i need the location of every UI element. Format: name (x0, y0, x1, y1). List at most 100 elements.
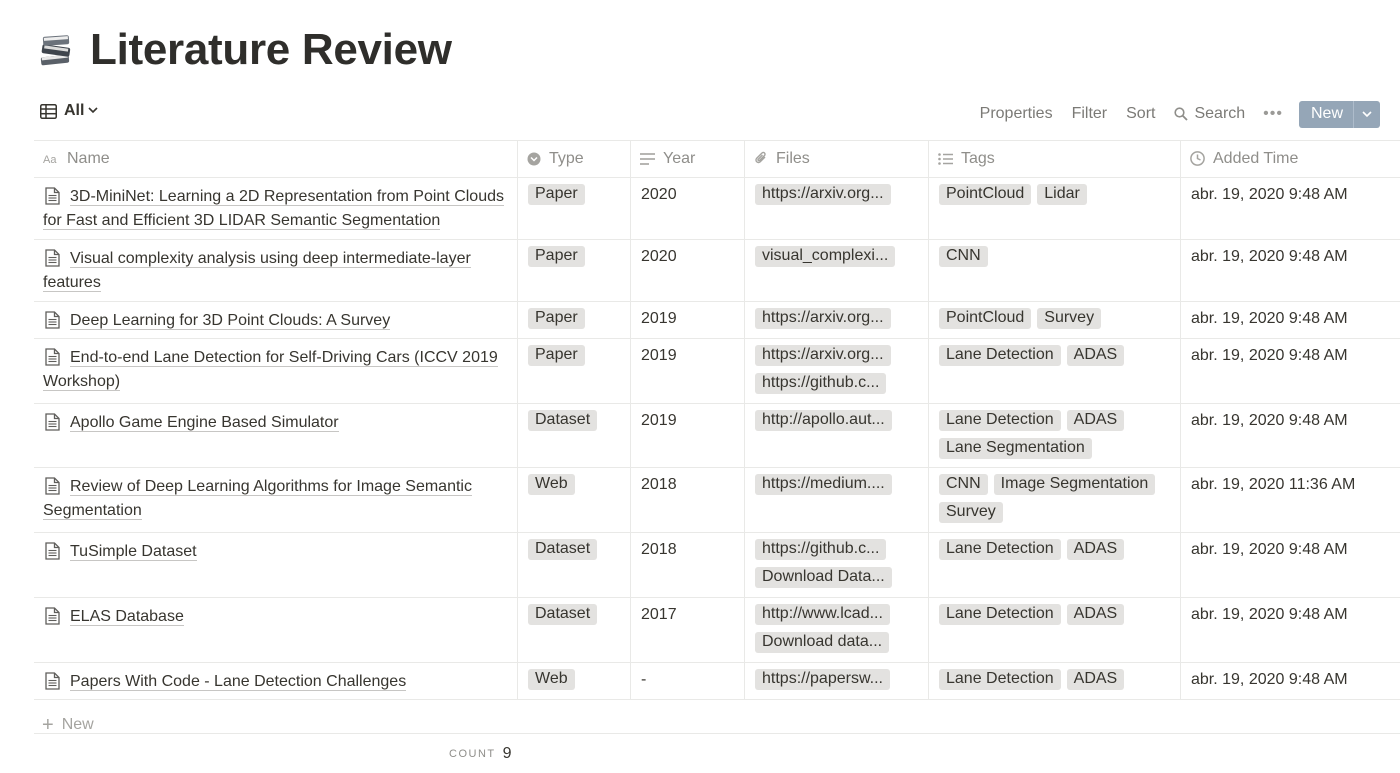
column-header-tags[interactable]: Tags (929, 140, 1181, 177)
tags-cell[interactable]: CNN (929, 239, 1181, 301)
search-button[interactable]: Search (1174, 105, 1245, 123)
file-pill[interactable]: https://github.c... (755, 539, 887, 560)
books-icon[interactable] (38, 32, 74, 68)
name-cell[interactable]: TuSimple Dataset (34, 532, 518, 597)
year-cell[interactable]: 2019 (631, 338, 745, 403)
row-title-link[interactable]: 3D-MiniNet: Learning a 2D Representation… (43, 188, 504, 230)
row-title-link[interactable]: Papers With Code - Lane Detection Challe… (70, 673, 407, 691)
type-cell[interactable]: Web (518, 662, 631, 699)
tags-cell[interactable]: Lane Detection ADAS (929, 662, 1181, 699)
column-header-type[interactable]: Type (518, 140, 631, 177)
table-row[interactable]: ELAS Database Dataset 2017 http://www.lcad.… (34, 597, 1400, 662)
name-cell[interactable]: Review of Deep Learning Algorithms for I… (34, 467, 518, 532)
name-cell[interactable]: End-to-end Lane Detection for Self-Drivi… (34, 338, 518, 403)
tags-cell[interactable]: Lane Detection ADAS (929, 338, 1181, 403)
file-pill[interactable]: https://arxiv.org... (755, 345, 891, 366)
added-time-cell[interactable]: abr. 19, 2020 9:48 AM (1181, 177, 1400, 239)
tags-cell[interactable]: PointCloud Survey (929, 301, 1181, 338)
row-title-link[interactable]: Apollo Game Engine Based Simulator (70, 414, 339, 432)
column-header-name[interactable]: Aa Name (34, 140, 518, 177)
year-cell[interactable]: 2019 (631, 403, 745, 467)
type-cell[interactable]: Paper (518, 239, 631, 301)
tags-cell[interactable]: Lane Detection ADAS (929, 532, 1181, 597)
type-cell[interactable]: Web (518, 467, 631, 532)
row-title-link[interactable]: ELAS Database (70, 608, 184, 626)
row-title-link[interactable]: Review of Deep Learning Algorithms for I… (43, 478, 472, 520)
year-cell[interactable]: 2018 (631, 467, 745, 532)
year-cell[interactable]: 2020 (631, 177, 745, 239)
year-cell[interactable]: 2019 (631, 301, 745, 338)
more-options-icon[interactable]: ••• (1263, 105, 1283, 123)
year-cell[interactable]: 2018 (631, 532, 745, 597)
files-cell[interactable]: https://arxiv.org... (745, 177, 929, 239)
row-title-link[interactable]: Deep Learning for 3D Point Clouds: A Sur… (70, 312, 391, 330)
column-header-added-time[interactable]: Added Time (1181, 140, 1400, 177)
file-pill[interactable]: http://www.lcad... (755, 604, 890, 625)
table-row[interactable]: Review of Deep Learning Algorithms for I… (34, 467, 1400, 532)
files-cell[interactable]: visual_complexi... (745, 239, 929, 301)
count-summary[interactable]: COUNT 9 (449, 745, 512, 763)
type-cell[interactable]: Paper (518, 338, 631, 403)
name-cell[interactable]: 3D-MiniNet: Learning a 2D Representation… (34, 177, 518, 239)
files-cell[interactable]: https://github.c... Download Data... (745, 532, 929, 597)
files-cell[interactable]: https://arxiv.org... https://github.c... (745, 338, 929, 403)
year-cell[interactable]: 2020 (631, 239, 745, 301)
file-pill[interactable]: http://apollo.aut... (755, 410, 892, 431)
added-time-cell[interactable]: abr. 19, 2020 9:48 AM (1181, 338, 1400, 403)
view-selector[interactable]: All (40, 102, 99, 120)
file-pill[interactable]: visual_complexi... (755, 246, 896, 267)
table-row[interactable]: TuSimple Dataset Dataset 2018 https://githu… (34, 532, 1400, 597)
year-cell[interactable]: 2017 (631, 597, 745, 662)
added-time-cell[interactable]: abr. 19, 2020 9:48 AM (1181, 239, 1400, 301)
type-cell[interactable]: Dataset (518, 403, 631, 467)
files-cell[interactable]: https://papersw... (745, 662, 929, 699)
added-time-cell[interactable]: abr. 19, 2020 11:36 AM (1181, 467, 1400, 532)
type-cell[interactable]: Paper (518, 301, 631, 338)
tags-cell[interactable]: Lane Detection ADAS Lane Segmentation (929, 403, 1181, 467)
name-cell[interactable]: Deep Learning for 3D Point Clouds: A Sur… (34, 301, 518, 338)
properties-button[interactable]: Properties (980, 105, 1053, 123)
column-header-year[interactable]: Year (631, 140, 745, 177)
table-row[interactable]: Visual complexity analysis using deep in… (34, 239, 1400, 301)
file-pill[interactable]: Download data... (755, 632, 890, 653)
file-pill[interactable]: https://arxiv.org... (755, 308, 891, 329)
name-cell[interactable]: Visual complexity analysis using deep in… (34, 239, 518, 301)
file-pill[interactable]: https://papersw... (755, 669, 890, 690)
column-header-files[interactable]: Files (745, 140, 929, 177)
file-pill[interactable]: https://medium.... (755, 474, 892, 495)
name-cell[interactable]: Papers With Code - Lane Detection Challe… (34, 662, 518, 699)
files-cell[interactable]: https://medium.... (745, 467, 929, 532)
added-time-cell[interactable]: abr. 19, 2020 9:48 AM (1181, 597, 1400, 662)
files-cell[interactable]: http://www.lcad... Download data... (745, 597, 929, 662)
add-new-row-button[interactable]: + New (42, 715, 94, 735)
tags-cell[interactable]: Lane Detection ADAS (929, 597, 1181, 662)
added-time-cell[interactable]: abr. 19, 2020 9:48 AM (1181, 662, 1400, 699)
tags-cell[interactable]: CNN Image Segmentation Survey (929, 467, 1181, 532)
type-cell[interactable]: Dataset (518, 597, 631, 662)
file-pill[interactable]: https://github.c... (755, 373, 887, 394)
table-row[interactable]: Papers With Code - Lane Detection Challe… (34, 662, 1400, 699)
name-cell[interactable]: ELAS Database (34, 597, 518, 662)
new-button[interactable]: New (1298, 100, 1380, 128)
row-title-link[interactable]: Visual complexity analysis using deep in… (43, 250, 471, 292)
table-row[interactable]: End-to-end Lane Detection for Self-Drivi… (34, 338, 1400, 403)
table-row[interactable]: 3D-MiniNet: Learning a 2D Representation… (34, 177, 1400, 239)
filter-button[interactable]: Filter (1072, 105, 1108, 123)
name-cell[interactable]: Apollo Game Engine Based Simulator (34, 403, 518, 467)
added-time-cell[interactable]: abr. 19, 2020 9:48 AM (1181, 532, 1400, 597)
added-time-cell[interactable]: abr. 19, 2020 9:48 AM (1181, 403, 1400, 467)
row-title-link[interactable]: End-to-end Lane Detection for Self-Drivi… (43, 349, 498, 391)
type-cell[interactable]: Paper (518, 177, 631, 239)
year-cell[interactable]: - (631, 662, 745, 699)
table-row[interactable]: Apollo Game Engine Based Simulator Datase… (34, 403, 1400, 467)
files-cell[interactable]: http://apollo.aut... (745, 403, 929, 467)
files-cell[interactable]: https://arxiv.org... (745, 301, 929, 338)
table-row[interactable]: Deep Learning for 3D Point Clouds: A Sur… (34, 301, 1400, 338)
file-pill[interactable]: Download Data... (755, 567, 892, 588)
row-title-link[interactable]: TuSimple Dataset (70, 543, 197, 561)
added-time-cell[interactable]: abr. 19, 2020 9:48 AM (1181, 301, 1400, 338)
type-cell[interactable]: Dataset (518, 532, 631, 597)
tags-cell[interactable]: PointCloud Lidar (929, 177, 1181, 239)
sort-button[interactable]: Sort (1126, 105, 1155, 123)
file-pill[interactable]: https://arxiv.org... (755, 184, 891, 205)
